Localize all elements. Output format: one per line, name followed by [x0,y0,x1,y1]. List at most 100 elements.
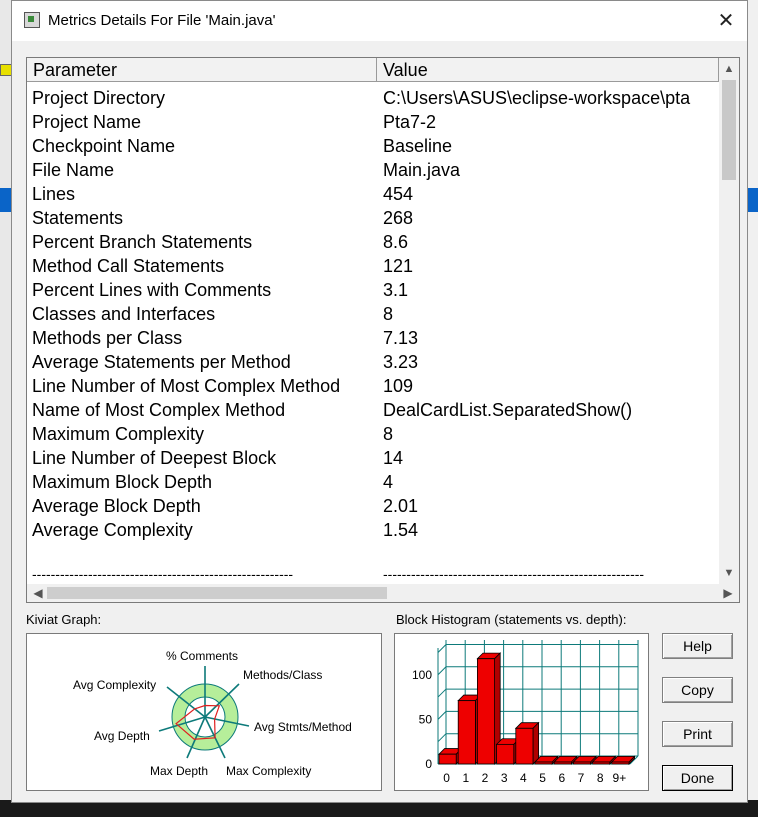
print-button[interactable]: Print [662,721,733,747]
histogram-bar [611,761,630,765]
parameter-cell: Line Number of Most Complex Method [32,376,341,396]
histogram-bar [477,658,496,765]
help-button[interactable]: Help [662,633,733,659]
histogram-gridline-side [437,733,447,743]
copy-button[interactable]: Copy [662,677,733,703]
histogram-bar [496,743,515,765]
parameter-cell: Average Statements per Method [32,352,291,372]
histogram-y-tick-label: 50 [419,712,433,726]
metrics-table: Parameter Value Project Directory C:\User… [26,57,740,603]
separator-value: ----------------------------------------… [383,570,645,582]
close-icon[interactable]: ✕ [711,7,741,35]
table-header: Parameter Value [27,58,719,82]
value-cell: 1.54 [383,520,419,540]
table-row[interactable]: Percent Branch Statements 8.6 [27,230,719,254]
parameter-cell: Lines [32,184,76,204]
table-row[interactable]: Methods per Class 7.13 [27,326,719,350]
vertical-scrollbar[interactable]: ▲ ▼ [719,58,739,584]
table-row[interactable]: Project Directory C:\Users\ASUS\eclipse-w… [27,86,719,110]
title-bar: Metrics Details For File 'Main.java' ✕ [12,1,747,41]
block-histogram-svg: 0 1 2 3 4 5 6 7 8 9+050100 [412,640,639,785]
vertical-scroll-thumb[interactable] [722,80,736,180]
value-cell: Baseline [383,136,453,156]
separator-parameter: ----------------------------------------… [32,570,294,582]
kiviat-graph: % Comments Methods/Class Avg Stmts/Metho… [26,633,382,791]
table-row[interactable]: Checkpoint Name Baseline [27,134,719,158]
table-row[interactable]: Method Call Statements 121 [27,254,719,278]
histogram-x-tick-label: 8 [597,771,604,785]
parameter-cell: Method Call Statements [32,256,225,276]
histogram-x-tick-label: 1 [462,771,469,785]
value-cell: Main.java [383,160,461,180]
histogram-gridline-side [437,666,447,676]
histogram-bar [438,753,457,765]
histogram-x-tick-label: 7 [578,771,585,785]
parameter-cell: Maximum Complexity [32,424,205,444]
histogram-gridline-side [437,644,447,653]
value-cell: 8 [383,304,394,324]
value-cell: 268 [383,208,414,228]
histogram-x-tick-label: 0 [443,771,450,785]
value-cell: 8.6 [383,232,409,252]
separator-row: ----------------------------------------… [27,570,719,584]
table-row[interactable]: Average Complexity 1.54 [27,518,719,542]
kiviat-axis-label-avg-complexity: Avg Complexity [73,678,156,692]
table-row[interactable]: Average Statements per Method 3.23 [27,350,719,374]
value-cell: 2.01 [383,496,419,516]
histogram-gridline-side [437,711,447,720]
parameter-cell: Average Block Depth [32,496,201,516]
histogram-bar [515,727,534,765]
table-row[interactable]: Average Block Depth 2.01 [27,494,719,518]
table-row[interactable]: Statements 268 [27,206,719,230]
parameter-cell: Project Directory [32,88,166,108]
table-row[interactable]: Maximum Block Depth 4 [27,470,719,494]
column-header-parameter[interactable]: Parameter [27,58,377,82]
parameter-cell: Statements [32,208,124,228]
kiviat-axis-label-avg-depth: Avg Depth [94,729,150,743]
scroll-right-icon[interactable]: ▶ [719,584,737,602]
metrics-details-dialog: Metrics Details For File 'Main.java' ✕ P… [11,0,748,803]
histogram-x-tick-label: 2 [482,771,489,785]
histogram-x-tick-label: 3 [501,771,508,785]
value-cell: 14 [383,448,404,468]
parameter-cell: Percent Lines with Comments [32,280,272,300]
value-cell: 454 [383,184,414,204]
value-cell: 8 [383,424,394,444]
parameter-cell: Line Number of Deepest Block [32,448,277,468]
histogram-bar [457,700,476,765]
horizontal-scrollbar[interactable]: ◀ ▶ [27,584,739,602]
kiviat-axis-label-max-complexity: Max Complexity [226,764,311,778]
table-row[interactable]: Name of Most Complex Method DealCardList.… [27,398,719,422]
histogram-x-tick-label: 5 [539,771,546,785]
table-row[interactable]: File Name Main.java [27,158,719,182]
table-row[interactable]: Maximum Complexity 8 [27,422,719,446]
column-header-value[interactable]: Value [377,58,719,82]
histogram-gridline-side [437,688,447,698]
histogram-bar [534,761,553,765]
parameter-cell: Project Name [32,112,142,132]
table-row[interactable]: Classes and Interfaces 8 [27,302,719,326]
parameter-cell: Average Complexity [32,520,193,540]
histogram-bar-side [532,721,540,765]
scroll-left-icon[interactable]: ◀ [29,584,47,602]
table-row[interactable]: Lines 454 [27,182,719,206]
histogram-y-tick-label: 100 [412,668,432,682]
value-cell: Pta7-2 [383,112,437,132]
scroll-up-icon[interactable]: ▲ [719,60,739,78]
table-row[interactable]: Line Number of Deepest Block 14 [27,446,719,470]
table-row[interactable]: Project Name Pta7-2 [27,110,719,134]
parameter-cell: File Name [32,160,115,180]
value-cell: 3.1 [383,280,409,300]
table-row[interactable]: Percent Lines with Comments 3.1 [27,278,719,302]
done-button[interactable]: Done [662,765,733,791]
histogram-bar [592,761,611,765]
histogram-bar [572,761,591,765]
value-cell: 109 [383,376,414,396]
value-cell: 7.13 [383,328,419,348]
block-histogram-label: Block Histogram (statements vs. depth): [396,612,627,627]
horizontal-scroll-thumb[interactable] [47,587,387,599]
histogram-bar [553,761,572,765]
scroll-down-icon[interactable]: ▼ [719,564,739,582]
table-row[interactable]: Line Number of Most Complex Method 109 [27,374,719,398]
kiviat-axis-label-avg-stmts-method: Avg Stmts/Method [254,720,352,734]
